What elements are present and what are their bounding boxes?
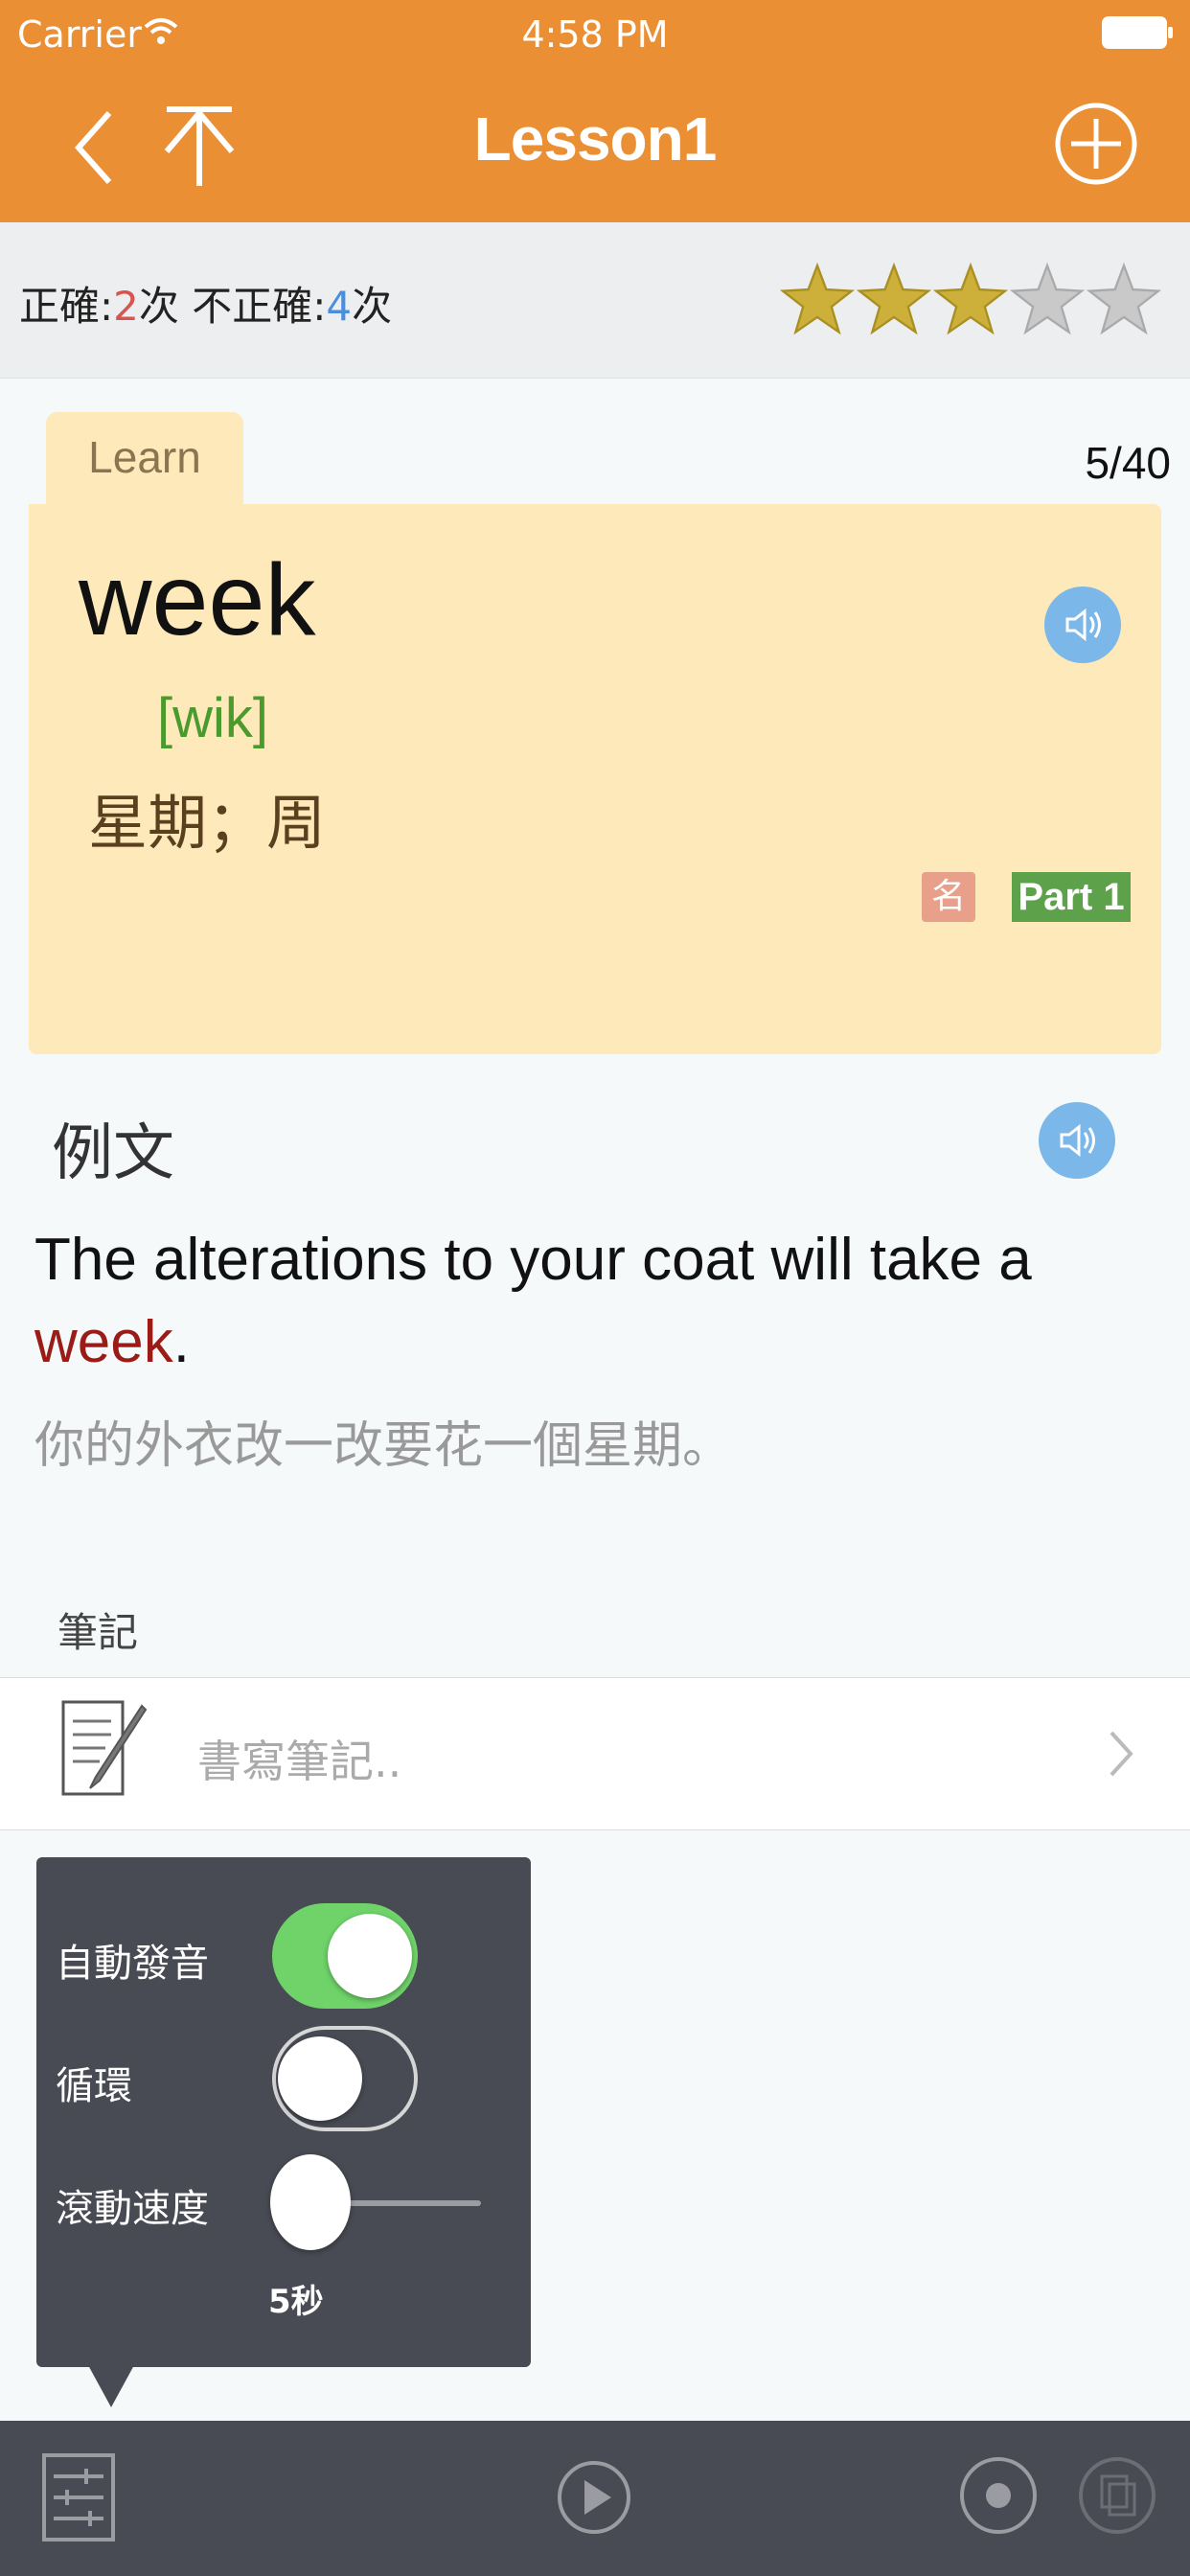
speaker-icon: [1065, 608, 1101, 642]
word-meaning: 星期；周: [88, 788, 327, 858]
vocab-word: week: [79, 543, 316, 656]
times-label: 次: [138, 283, 179, 330]
stats-summary: 正確:2次 不正確:4次: [19, 274, 392, 333]
correct-count: 2: [113, 283, 139, 330]
rating-stars[interactable]: [779, 262, 1173, 343]
loop-toggle[interactable]: [272, 2026, 418, 2131]
correct-label: 正確:: [19, 283, 114, 330]
loop-label: 循環: [56, 2064, 132, 2108]
toggle-knob: [278, 2036, 362, 2121]
example-speaker-button[interactable]: [1039, 1102, 1115, 1179]
settings-sliders-button[interactable]: [40, 2451, 117, 2543]
learn-tab-label: Learn: [88, 432, 201, 482]
play-button[interactable]: [556, 2459, 632, 2536]
scroll-speed-label: 滾動速度: [56, 2187, 209, 2231]
example-heading: 例文: [52, 1118, 174, 1189]
progress-counter: 5/40: [1085, 438, 1171, 488]
star-icon: [932, 262, 1009, 335]
record-button[interactable]: [958, 2455, 1039, 2536]
popover-arrow: [88, 2365, 134, 2407]
clock: 4:58 PM: [521, 13, 669, 56]
star-icon: [1086, 262, 1162, 335]
notes-row[interactable]: [0, 1677, 1190, 1830]
add-button[interactable]: [1054, 102, 1138, 186]
speaker-icon: [1060, 1123, 1095, 1158]
notes-heading: 筆記: [57, 1609, 139, 1656]
example-translation: 你的外衣改一改要花一個星期。: [34, 1417, 733, 1475]
incorrect-label: 不正確:: [192, 283, 327, 330]
phonetic: [wik]: [157, 687, 268, 749]
page-title: Lesson1: [473, 104, 718, 173]
example-text: .: [172, 1309, 190, 1375]
auto-pronounce-toggle[interactable]: [272, 1903, 418, 2009]
part-of-speech-badge: 名: [922, 872, 975, 922]
chevron-right-icon: [1110, 1731, 1133, 1777]
scroll-speed-value: 5秒: [268, 2283, 324, 2321]
word-speaker-button[interactable]: [1044, 586, 1121, 663]
example-text: The alterations to your coat will take a: [34, 1227, 1032, 1293]
toggle-knob: [328, 1914, 412, 1998]
note-pad-icon: [61, 1700, 148, 1796]
times-label: 次: [352, 283, 393, 330]
star-icon: [779, 262, 856, 335]
example-highlight: week: [34, 1309, 173, 1375]
example-sentence: The alterations to your coat will take a…: [34, 1219, 1136, 1384]
auto-pronounce-label: 自動發音: [56, 1942, 209, 1986]
incorrect-count: 4: [326, 283, 353, 330]
part-badge: Part 1: [1012, 872, 1131, 922]
copy-playback-icon[interactable]: [1077, 2455, 1157, 2536]
battery-icon: [1102, 16, 1173, 49]
scroll-speed-slider-knob[interactable]: [270, 2154, 351, 2250]
star-icon: [1009, 262, 1086, 335]
star-icon: [856, 262, 932, 335]
notes-placeholder: 書寫筆記..: [197, 1736, 402, 1787]
